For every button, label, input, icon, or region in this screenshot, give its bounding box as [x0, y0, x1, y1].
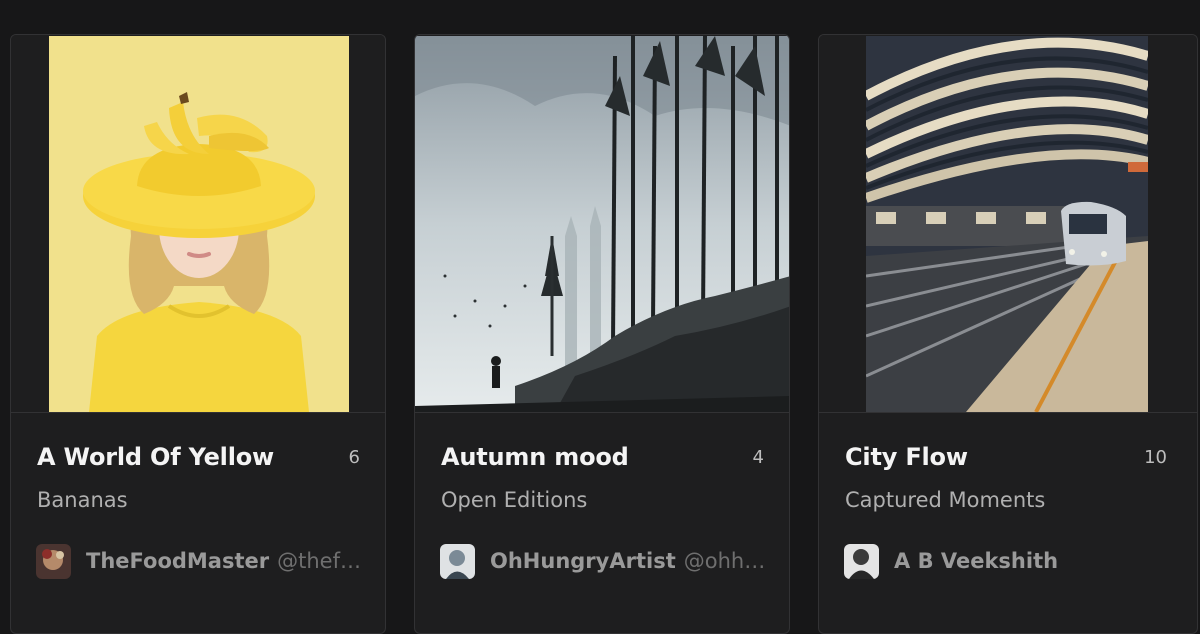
collection-thumbnail[interactable] [415, 35, 789, 413]
creator-avatar[interactable] [36, 543, 71, 579]
collection-card[interactable]: Autumn mood 4 Open Editions OhHungryArti… [414, 34, 790, 634]
creator-info[interactable]: OhHungryArtist @ohh… [440, 543, 770, 579]
metro-station-image [866, 36, 1148, 412]
item-count: 10 [1144, 447, 1167, 468]
collection-thumbnail[interactable] [11, 35, 385, 413]
collection-thumbnail[interactable] [819, 35, 1197, 413]
creator-name[interactable]: OhHungryArtist [490, 549, 676, 573]
creator-handle[interactable]: @ohh… [684, 549, 765, 573]
collection-title[interactable]: Autumn mood [441, 443, 629, 471]
creator-name[interactable]: A B Veekshith [894, 549, 1058, 573]
collection-title[interactable]: City Flow [845, 443, 968, 471]
collection-card[interactable]: City Flow 10 Captured Moments A B Veeksh… [818, 34, 1198, 634]
item-count: 4 [752, 447, 764, 468]
forest-painting-image [415, 36, 789, 412]
creator-handle[interactable]: @thef… [277, 549, 361, 573]
collections-grid: A World Of Yellow 6 Bananas TheFoodMaste… [0, 0, 1200, 634]
collection-subtitle: Open Editions [441, 488, 588, 512]
creator-name[interactable]: TheFoodMaster [86, 549, 269, 573]
item-count: 6 [348, 447, 360, 468]
creator-avatar[interactable] [440, 543, 475, 579]
collection-subtitle: Bananas [37, 488, 128, 512]
creator-info[interactable]: TheFoodMaster @thef… [36, 543, 366, 579]
yellow-portrait-image [49, 36, 349, 412]
creator-info[interactable]: A B Veekshith [844, 543, 1174, 579]
collection-card[interactable]: A World Of Yellow 6 Bananas TheFoodMaste… [10, 34, 386, 634]
collection-subtitle: Captured Moments [845, 488, 1046, 512]
collection-title[interactable]: A World Of Yellow [37, 443, 274, 471]
creator-avatar[interactable] [844, 543, 879, 579]
